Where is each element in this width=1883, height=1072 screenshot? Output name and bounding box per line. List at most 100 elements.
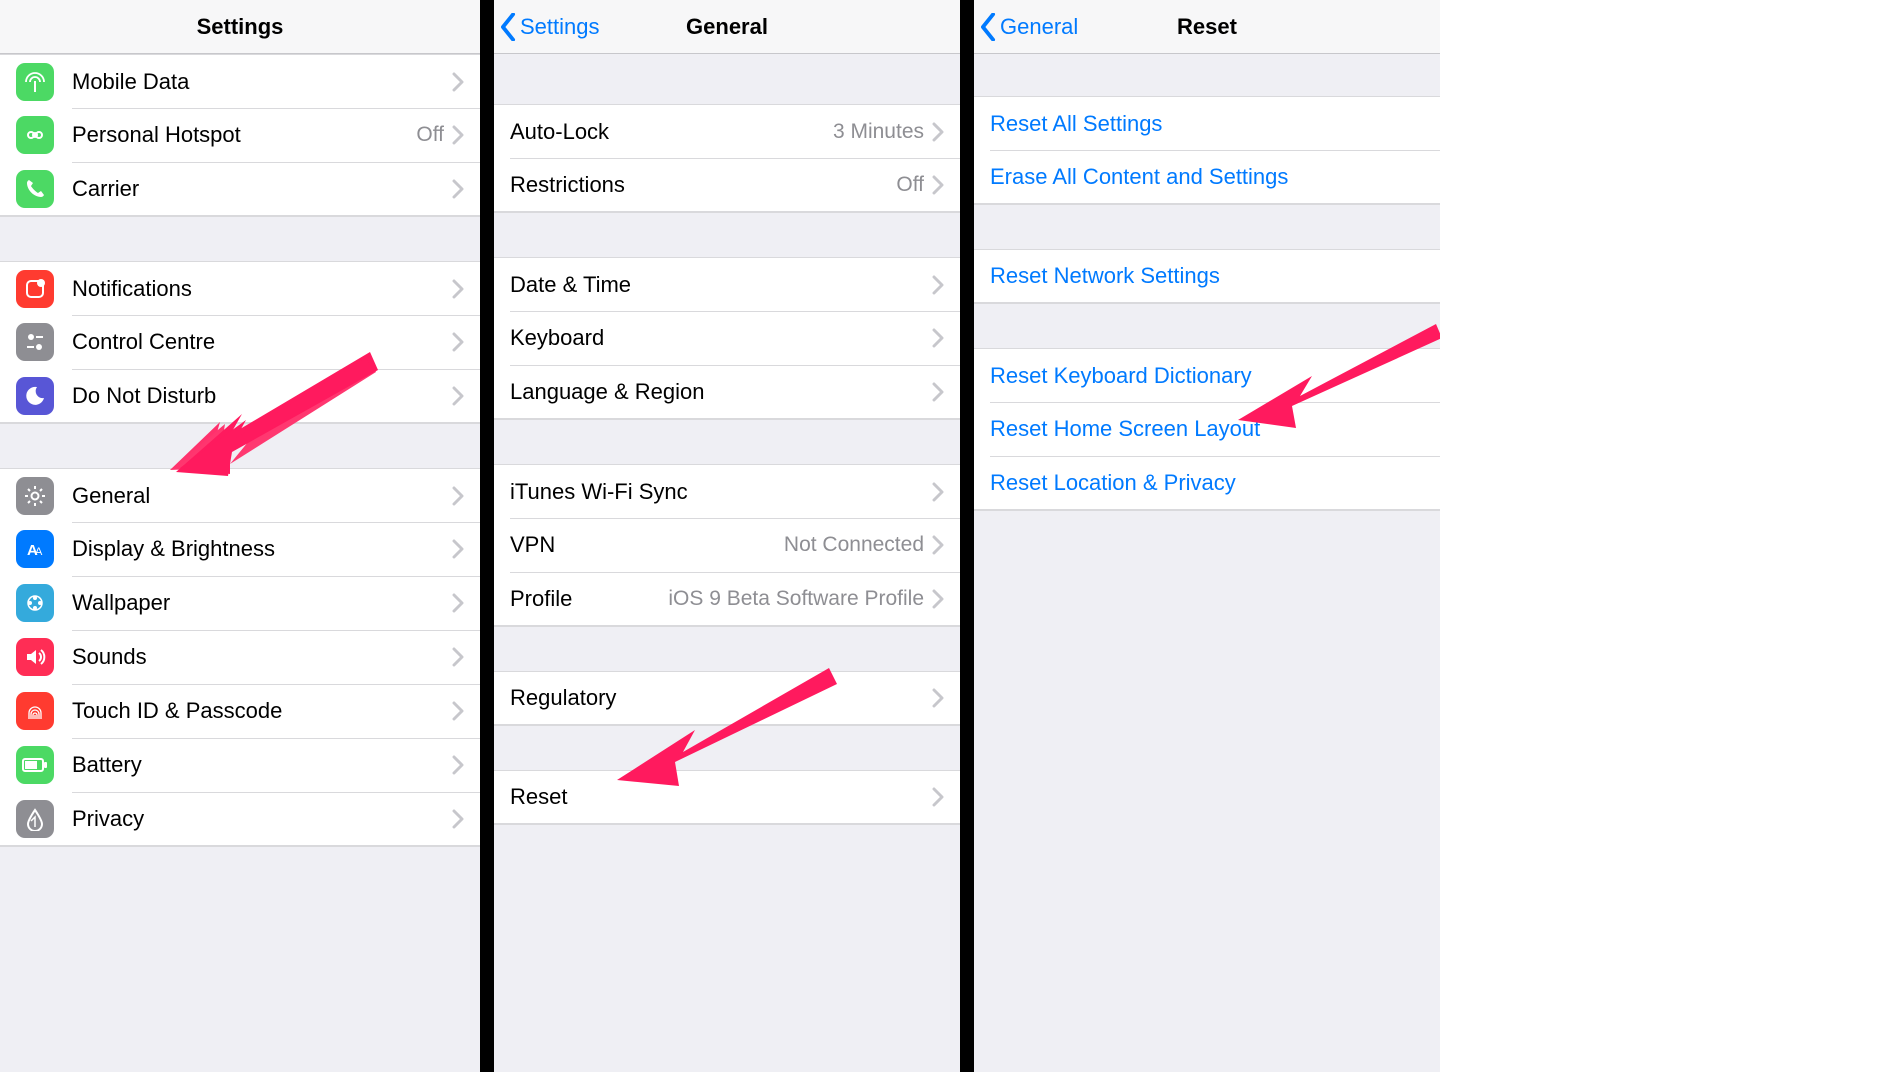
row-reset-network[interactable]: Reset Network Settings: [974, 249, 1440, 303]
row-mobile-data[interactable]: Mobile Data: [0, 54, 480, 108]
row-label: Reset Home Screen Layout: [990, 416, 1424, 442]
row-value: 3 Minutes: [833, 120, 924, 144]
hotspot-icon: [16, 116, 54, 154]
chevron-right-icon: [452, 647, 464, 667]
row-general[interactable]: General: [0, 468, 480, 522]
chevron-right-icon: [452, 486, 464, 506]
display-icon: AA: [16, 530, 54, 568]
navbar-general: Settings General: [494, 0, 960, 54]
row-battery[interactable]: Battery: [0, 738, 480, 792]
row-label: Wallpaper: [72, 590, 452, 616]
row-auto-lock[interactable]: Auto-Lock3 Minutes: [494, 104, 960, 158]
privacy-icon: [16, 800, 54, 838]
row-label: Carrier: [72, 176, 452, 202]
row-privacy[interactable]: Privacy: [0, 792, 480, 846]
row-label: Reset Location & Privacy: [990, 470, 1424, 496]
chevron-right-icon: [452, 125, 464, 145]
row-regulatory[interactable]: Regulatory: [494, 671, 960, 725]
row-erase-all[interactable]: Erase All Content and Settings: [974, 150, 1440, 204]
svg-text:A: A: [35, 546, 43, 558]
chevron-right-icon: [932, 122, 944, 142]
chevron-right-icon: [452, 701, 464, 721]
row-itunes-wifi-sync[interactable]: iTunes Wi-Fi Sync: [494, 464, 960, 518]
row-label: Language & Region: [510, 379, 932, 405]
navbar-title: Settings: [0, 14, 480, 40]
navbar-reset: General Reset: [974, 0, 1440, 54]
notifications-icon: [16, 270, 54, 308]
row-label: Auto-Lock: [510, 119, 833, 145]
row-sounds[interactable]: Sounds: [0, 630, 480, 684]
row-label: Control Centre: [72, 329, 452, 355]
row-reset-keyboard-dictionary[interactable]: Reset Keyboard Dictionary: [974, 348, 1440, 402]
phone-icon: [16, 170, 54, 208]
back-label: General: [1000, 14, 1078, 40]
row-display-brightness[interactable]: AA Display & Brightness: [0, 522, 480, 576]
row-value: Off: [896, 173, 924, 197]
touchid-icon: [16, 692, 54, 730]
row-touchid-passcode[interactable]: Touch ID & Passcode: [0, 684, 480, 738]
row-language-region[interactable]: Language & Region: [494, 365, 960, 419]
chevron-right-icon: [932, 382, 944, 402]
chevron-right-icon: [452, 332, 464, 352]
navbar-settings: Settings: [0, 0, 480, 54]
control-centre-icon: [16, 323, 54, 361]
chevron-right-icon: [452, 386, 464, 406]
sounds-icon: [16, 638, 54, 676]
battery-icon: [16, 746, 54, 784]
row-notifications[interactable]: Notifications: [0, 261, 480, 315]
chevron-right-icon: [932, 535, 944, 555]
row-profile[interactable]: ProfileiOS 9 Beta Software Profile: [494, 572, 960, 626]
row-label: Date & Time: [510, 272, 932, 298]
row-do-not-disturb[interactable]: Do Not Disturb: [0, 369, 480, 423]
row-label: Reset Network Settings: [990, 263, 1424, 289]
row-date-time[interactable]: Date & Time: [494, 257, 960, 311]
row-label: VPN: [510, 532, 784, 558]
chevron-right-icon: [932, 175, 944, 195]
row-label: Reset All Settings: [990, 111, 1424, 137]
panel-divider: [480, 0, 494, 1072]
row-personal-hotspot[interactable]: Personal HotspotOff: [0, 108, 480, 162]
chevron-left-icon: [500, 13, 516, 41]
chevron-right-icon: [932, 688, 944, 708]
chevron-right-icon: [452, 755, 464, 775]
row-label: Keyboard: [510, 325, 932, 351]
row-reset-all-settings[interactable]: Reset All Settings: [974, 96, 1440, 150]
row-label: Sounds: [72, 644, 452, 670]
row-value: Not Connected: [784, 533, 924, 557]
chevron-right-icon: [452, 809, 464, 829]
row-label: Personal Hotspot: [72, 122, 416, 148]
back-button-general[interactable]: General: [974, 13, 1078, 41]
chevron-right-icon: [452, 593, 464, 613]
settings-panel: Settings Mobile Data Personal HotspotOff C…: [0, 0, 480, 1072]
chevron-right-icon: [932, 589, 944, 609]
row-label: Display & Brightness: [72, 536, 452, 562]
row-label: Profile: [510, 586, 668, 612]
row-keyboard[interactable]: Keyboard: [494, 311, 960, 365]
antenna-icon: [16, 63, 54, 101]
row-value: iOS 9 Beta Software Profile: [668, 587, 924, 611]
row-value: Off: [416, 123, 444, 147]
row-reset-location-privacy[interactable]: Reset Location & Privacy: [974, 456, 1440, 510]
row-vpn[interactable]: VPNNot Connected: [494, 518, 960, 572]
row-control-centre[interactable]: Control Centre: [0, 315, 480, 369]
row-label: Do Not Disturb: [72, 383, 452, 409]
back-button-settings[interactable]: Settings: [494, 13, 600, 41]
gear-icon: [16, 477, 54, 515]
row-label: Restrictions: [510, 172, 896, 198]
row-label: Mobile Data: [72, 69, 452, 95]
row-restrictions[interactable]: RestrictionsOff: [494, 158, 960, 212]
panel-divider: [960, 0, 974, 1072]
row-label: Erase All Content and Settings: [990, 164, 1424, 190]
row-wallpaper[interactable]: Wallpaper: [0, 576, 480, 630]
row-reset[interactable]: Reset: [494, 770, 960, 824]
row-label: Battery: [72, 752, 452, 778]
chevron-left-icon: [980, 13, 996, 41]
row-reset-home-screen-layout[interactable]: Reset Home Screen Layout: [974, 402, 1440, 456]
row-label: Notifications: [72, 276, 452, 302]
row-label: Regulatory: [510, 685, 932, 711]
row-label: Reset: [510, 784, 932, 810]
row-carrier[interactable]: Carrier: [0, 162, 480, 216]
row-label: Privacy: [72, 806, 452, 832]
reset-panel: General Reset Reset All Settings Erase Al…: [974, 0, 1440, 1072]
row-label: Touch ID & Passcode: [72, 698, 452, 724]
